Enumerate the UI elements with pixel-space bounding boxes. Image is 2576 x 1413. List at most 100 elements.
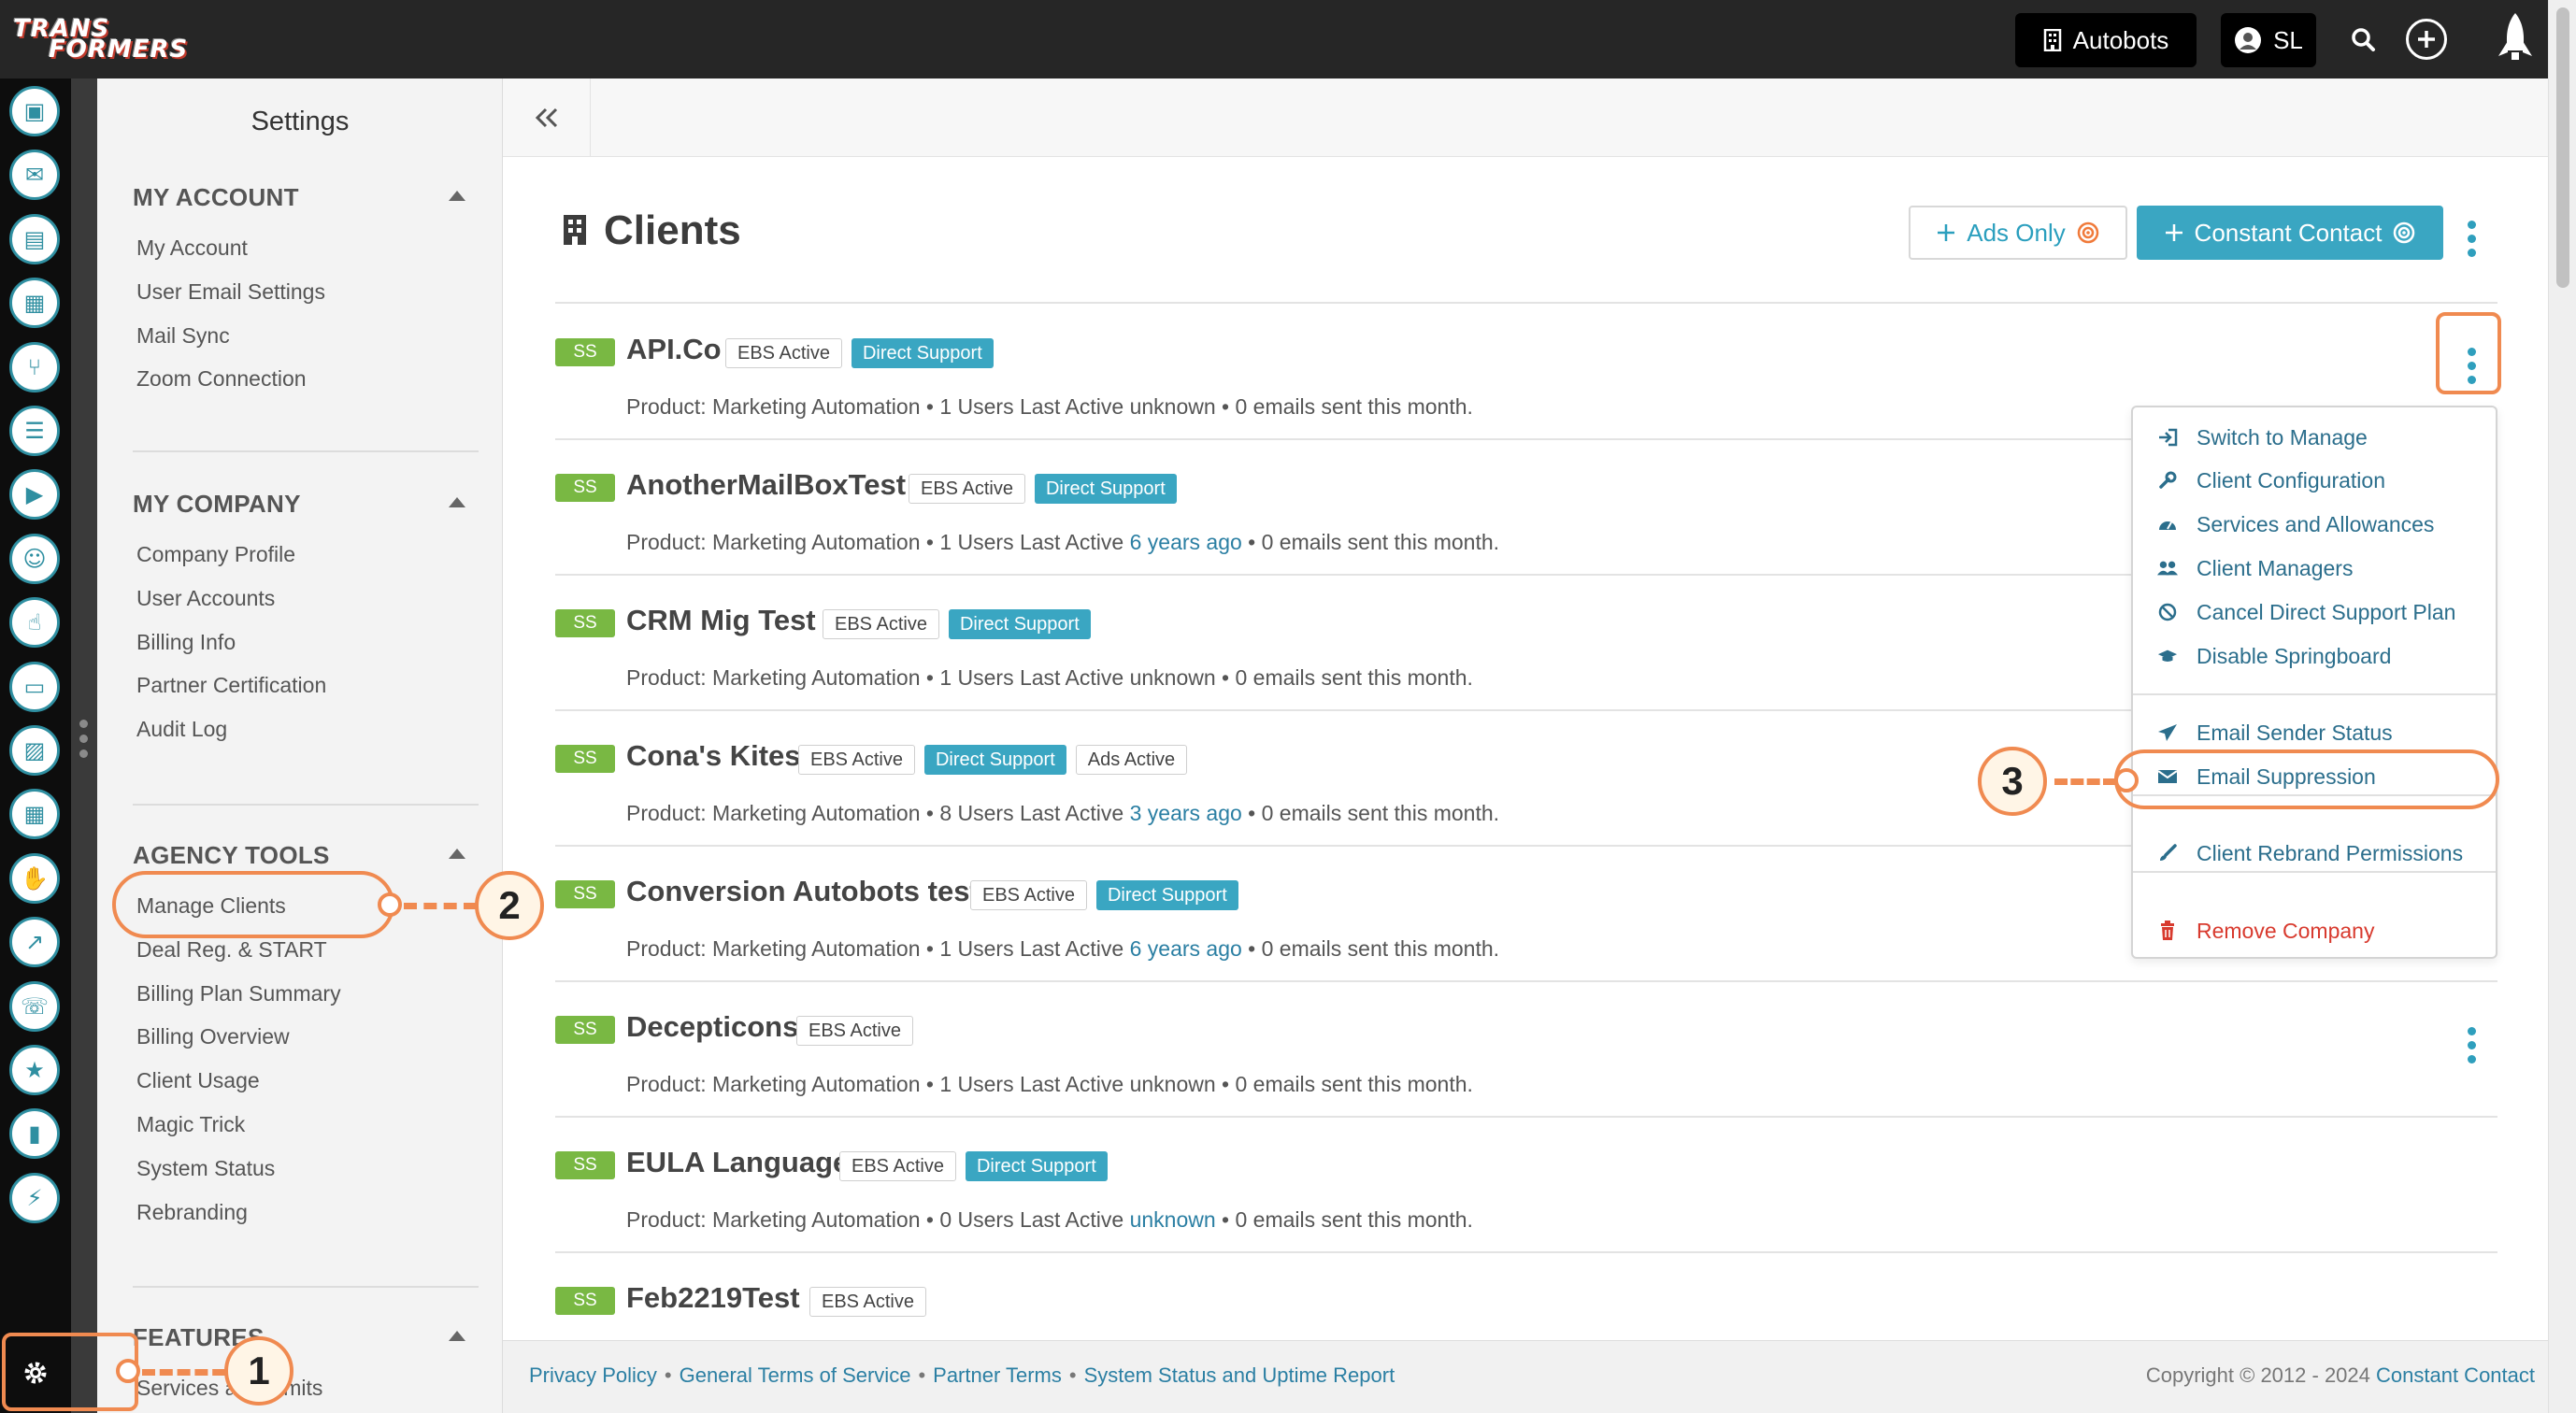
last-active-link[interactable]: unknown	[1130, 1207, 1216, 1232]
client-status-badges: EBS Active Direct Support	[909, 474, 1177, 504]
collapse-sidebar-button[interactable]	[503, 78, 591, 157]
settings-section-heading[interactable]: AGENCY TOOLS	[133, 841, 479, 870]
transformers-logo[interactable]: TRANS FORMERS	[13, 17, 187, 64]
add-constant-contact-button[interactable]: Constant Contact	[2137, 206, 2443, 260]
sidebar-resize-handle[interactable]	[71, 78, 97, 1413]
footer-link[interactable]: System Status and Uptime Report	[1084, 1363, 1395, 1387]
row-divider	[555, 1251, 2497, 1253]
settings-nav-item[interactable]: Company Profile	[136, 542, 295, 567]
rail-button-tv[interactable]: ▭	[9, 661, 60, 712]
rail-button-thumbs-up[interactable]: ☝	[9, 597, 60, 649]
rail-button-handshake[interactable]: ✋	[9, 852, 60, 904]
status-badge: Direct Support	[948, 609, 1091, 639]
caret-up-icon[interactable]	[449, 191, 465, 201]
client-status-badges: EBS Active Direct Support	[839, 1151, 1108, 1181]
add-button[interactable]	[2406, 19, 2447, 60]
client-name[interactable]: API.Co	[626, 333, 722, 366]
rail-button-map[interactable]: ▦	[9, 278, 60, 329]
rail-button-flow[interactable]: ⑂	[9, 341, 60, 392]
rail-button-contacts[interactable]: ▣	[9, 86, 60, 136]
page-scrollbar[interactable]	[2548, 0, 2576, 1413]
settings-nav-item[interactable]: Partner Certification	[136, 673, 326, 698]
footer-link[interactable]: Privacy Policy	[529, 1363, 657, 1387]
client-name[interactable]: Decepticons	[626, 1010, 798, 1044]
last-active-link[interactable]: 6 years ago	[1130, 936, 1242, 961]
thumbs-up-icon: ☝	[27, 609, 42, 636]
rail-button-inbox[interactable]: ✉	[9, 150, 60, 201]
menu-item-email-sender-status[interactable]: Email Sender Status	[2157, 714, 2393, 751]
ss-badge: SS	[555, 338, 615, 366]
settings-nav-item[interactable]: Deal Reg. & START	[136, 937, 327, 963]
rail-button-support[interactable]: ☏	[9, 980, 60, 1032]
settings-nav-item[interactable]: User Accounts	[136, 586, 275, 611]
status-badge: Direct Support	[1095, 880, 1238, 910]
settings-nav-item[interactable]: Billing Overview	[136, 1024, 290, 1049]
rail-button-survey[interactable]: ☺	[9, 533, 60, 584]
menu-item-disable-springboard[interactable]: Disable Springboard	[2157, 637, 2391, 675]
caret-up-icon[interactable]	[449, 497, 465, 507]
settings-nav-item[interactable]: Audit Log	[136, 717, 227, 742]
plus-icon	[2165, 224, 2182, 241]
menu-separator	[2133, 693, 2496, 695]
settings-nav-item[interactable]: Rebranding	[136, 1200, 248, 1225]
settings-nav-item[interactable]: Magic Trick	[136, 1112, 245, 1137]
settings-nav-item[interactable]: System Status	[136, 1156, 275, 1181]
settings-nav-item[interactable]: Billing Plan Summary	[136, 981, 341, 1006]
settings-nav-item[interactable]: Zoom Connection	[136, 366, 307, 392]
settings-section-heading[interactable]: MY COMPANY	[133, 490, 479, 519]
caret-up-icon[interactable]	[449, 1331, 465, 1341]
rail-button-megaphone[interactable]: ▶	[9, 469, 60, 521]
client-row[interactable]: SS Decepticons EBS Active Product: Marketin…	[555, 992, 2497, 1127]
settings-nav-item[interactable]: My Account	[136, 236, 248, 261]
client-name[interactable]: Cona's Kites	[626, 739, 801, 773]
rail-button-clipboard[interactable]: ▤	[9, 213, 60, 264]
client-name[interactable]: EULA Language	[626, 1146, 849, 1179]
settings-nav-item[interactable]: Mail Sync	[136, 323, 230, 349]
settings-nav-item[interactable]: Billing Info	[136, 630, 236, 655]
last-active-link[interactable]: 3 years ago	[1130, 801, 1242, 825]
launch-button[interactable]	[2483, 0, 2548, 78]
last-active-link[interactable]: 6 years ago	[1130, 530, 1242, 554]
user-menu-button[interactable]: SL	[2221, 13, 2316, 67]
settings-section-heading[interactable]: MY ACCOUNT	[133, 183, 479, 212]
constant-contact-link[interactable]: Constant Contact	[2376, 1363, 2535, 1387]
menu-item-cancel-direct-support-plan[interactable]: Cancel Direct Support Plan	[2157, 593, 2455, 631]
page-title: Clients	[604, 207, 741, 253]
menu-item-remove-company[interactable]: Remove Company	[2157, 912, 2374, 949]
client-name[interactable]: CRM Mig Test	[626, 604, 816, 637]
rail-button-bar-chart[interactable]: ▮	[9, 1108, 60, 1160]
page-options-kebab[interactable]	[2460, 221, 2483, 257]
client-row[interactable]: SS EULA Language EBS Active Direct Support P…	[555, 1127, 2497, 1263]
menu-item-client-managers[interactable]: Client Managers	[2157, 550, 2353, 587]
settings-title: Settings	[250, 107, 350, 136]
menu-item-client-rebrand-permissions[interactable]: Client Rebrand Permissions	[2157, 835, 2463, 872]
client-row-options-kebab[interactable]	[2460, 1027, 2483, 1063]
menu-item-services-and-allowances[interactable]: Services and Allowances	[2157, 506, 2434, 543]
rail-button-plugin[interactable]: ⚡	[9, 1172, 60, 1223]
inbox-icon: ✉	[24, 162, 45, 189]
scrollbar-thumb[interactable]	[2556, 7, 2569, 288]
search-button[interactable]	[2342, 19, 2383, 60]
client-name[interactable]: Conversion Autobots test	[626, 875, 980, 908]
rail-button-growth-chart[interactable]: ↗	[9, 917, 60, 968]
client-meta: Product: Marketing Automation • 1 Users …	[626, 1072, 1473, 1096]
menu-item-client-configuration[interactable]: Client Configuration	[2157, 462, 2385, 499]
settings-sidebar: Settings MY ACCOUNT My Account User Email …	[97, 78, 503, 1413]
add-ads-only-button[interactable]: Ads Only	[1909, 206, 2127, 260]
rail-button-user-star[interactable]: ★	[9, 1045, 60, 1095]
settings-nav-item[interactable]: Client Usage	[136, 1068, 260, 1093]
status-badge: EBS Active	[909, 474, 1025, 504]
client-name[interactable]: AnotherMailBoxTest	[626, 468, 906, 502]
status-badge: EBS Active	[809, 1287, 926, 1317]
settings-section-heading[interactable]: FEATURES	[133, 1323, 479, 1352]
footer-link[interactable]: Partner Terms	[933, 1363, 1062, 1387]
rail-button-image[interactable]: ▨	[9, 725, 60, 776]
account-switcher-button[interactable]: Autobots	[2015, 13, 2197, 67]
menu-item-switch-to-manage[interactable]: Switch to Manage	[2157, 419, 2368, 456]
rail-button-calendar[interactable]: ▦	[9, 789, 60, 840]
caret-up-icon[interactable]	[449, 849, 465, 859]
footer-link[interactable]: General Terms of Service	[680, 1363, 911, 1387]
client-name[interactable]: Feb2219Test	[626, 1281, 800, 1315]
rail-button-list[interactable]: ☰	[9, 406, 60, 456]
settings-nav-item[interactable]: User Email Settings	[136, 279, 325, 305]
